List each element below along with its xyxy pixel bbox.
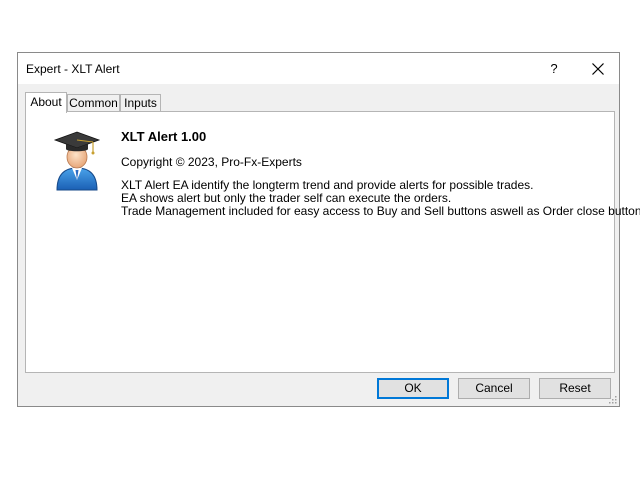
- ok-button[interactable]: OK: [377, 378, 449, 399]
- description-line: Trade Management included for easy acces…: [121, 204, 640, 218]
- resize-grip-icon[interactable]: [607, 394, 617, 404]
- about-panel: XLT Alert 1.00 Copyright © 2023, Pro-Fx-…: [25, 111, 640, 373]
- tab-about[interactable]: About: [25, 92, 67, 113]
- cancel-button[interactable]: Cancel: [458, 378, 530, 399]
- copyright-text: Copyright © 2023, Pro-Fx-Experts: [121, 155, 302, 169]
- expert-avatar-icon: [53, 131, 101, 191]
- tab-common[interactable]: Common: [67, 94, 120, 112]
- help-button[interactable]: ?: [536, 57, 572, 81]
- title-bar[interactable]: Expert - XLT Alert ?: [18, 53, 619, 84]
- reset-button[interactable]: Reset: [539, 378, 611, 399]
- close-icon: [592, 63, 604, 75]
- app-name: XLT Alert 1.00: [121, 129, 207, 144]
- window-title: Expert - XLT Alert: [26, 62, 120, 76]
- description: XLT Alert EA identify the longterm trend…: [121, 179, 640, 218]
- expert-dialog: Expert - XLT Alert ? About Common Inputs: [17, 52, 640, 407]
- close-button[interactable]: [580, 57, 616, 81]
- tab-inputs[interactable]: Inputs: [120, 94, 161, 112]
